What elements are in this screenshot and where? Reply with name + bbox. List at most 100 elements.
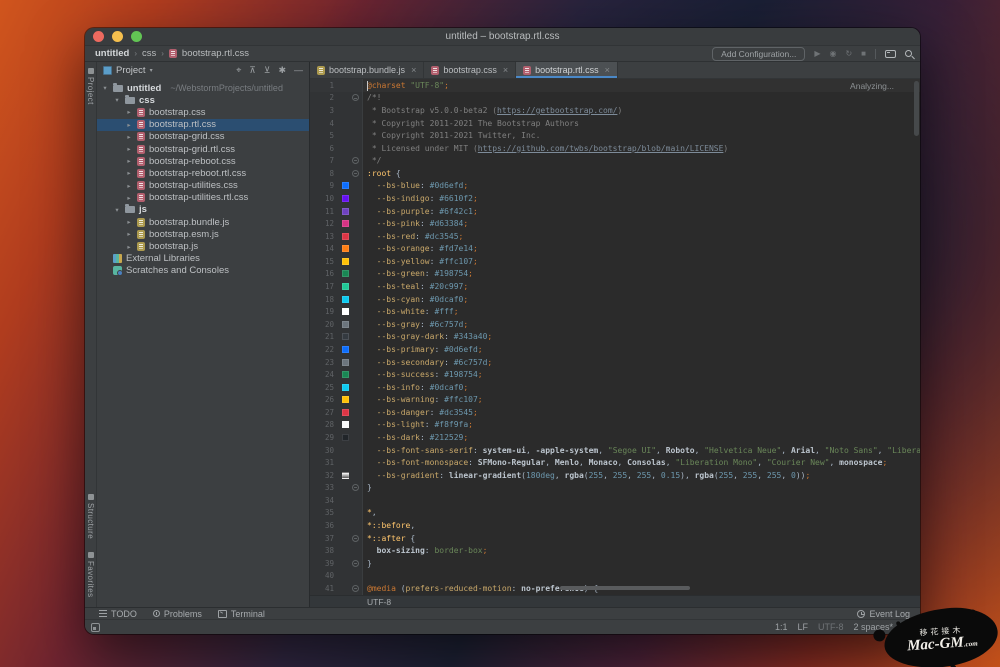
locate-file-icon[interactable]: ⌖ xyxy=(236,65,241,76)
chevron-right-icon[interactable]: ▸ xyxy=(125,218,133,226)
fold-icon[interactable] xyxy=(352,484,359,492)
chevron-right-icon[interactable]: ▸ xyxy=(125,243,133,251)
tree-item[interactable]: ▸ bootstrap-grid.css xyxy=(97,131,309,143)
problems-toolwindow-button[interactable]: Problems xyxy=(152,609,202,619)
close-tab-icon[interactable]: × xyxy=(411,65,416,75)
fold-icon[interactable] xyxy=(352,169,359,177)
chevron-right-icon[interactable]: ▸ xyxy=(125,145,133,153)
color-swatch[interactable] xyxy=(342,345,349,353)
editor-tab[interactable]: bootstrap.rtl.css × xyxy=(516,62,618,78)
color-swatch[interactable] xyxy=(342,433,349,441)
stop-icon[interactable]: ■ xyxy=(861,49,866,58)
color-swatch[interactable] xyxy=(342,257,349,265)
tree-item[interactable]: ▾ untitled ~/WebstormProjects/untitled xyxy=(97,82,309,94)
vertical-scrollbar[interactable] xyxy=(914,81,919,136)
tree-item[interactable]: ▸ bootstrap-grid.rtl.css xyxy=(97,143,309,155)
todo-toolwindow-button[interactable]: TODO xyxy=(99,609,137,619)
tree-item[interactable]: ▾ css xyxy=(97,94,309,106)
fold-icon[interactable] xyxy=(352,534,359,542)
close-tab-icon[interactable]: × xyxy=(503,65,508,75)
folder-icon xyxy=(113,82,123,92)
chevron-right-icon[interactable]: ▸ xyxy=(125,108,133,116)
breadcrumb-item[interactable]: bootstrap.rtl.css xyxy=(182,48,249,59)
stripe-project-button[interactable]: Project xyxy=(86,68,95,105)
chevron-right-icon[interactable]: ▸ xyxy=(125,194,133,202)
run-icon[interactable]: ▶ xyxy=(814,49,820,58)
color-swatch[interactable] xyxy=(342,421,349,429)
fold-icon[interactable] xyxy=(352,157,359,165)
color-swatch[interactable] xyxy=(342,471,349,479)
tree-item[interactable]: ▸ bootstrap.rtl.css xyxy=(97,118,309,131)
color-swatch[interactable] xyxy=(342,283,349,291)
chevron-right-icon[interactable]: ▸ xyxy=(125,230,133,238)
tree-item[interactable]: ▸ bootstrap-reboot.css xyxy=(97,155,309,167)
chevron-down-icon[interactable]: ▾ xyxy=(113,206,121,214)
search-icon[interactable] xyxy=(905,50,912,57)
tree-item[interactable]: ▸ bootstrap-utilities.css xyxy=(97,180,309,192)
tree-item[interactable]: ▸ bootstrap-utilities.rtl.css xyxy=(97,192,309,204)
color-swatch[interactable] xyxy=(342,270,349,278)
hide-panel-icon[interactable]: — xyxy=(294,65,303,75)
collapse-all-icon[interactable]: ⊻ xyxy=(264,65,271,76)
tree-item-label: bootstrap-utilities.rtl.css xyxy=(149,192,249,204)
stripe-favorites-button[interactable]: Favorites xyxy=(86,551,95,597)
editor-tab[interactable]: bootstrap.css × xyxy=(424,62,517,78)
color-swatch[interactable] xyxy=(342,383,349,391)
terminal-toolwindow-button[interactable]: Terminal xyxy=(217,609,265,619)
tree-item[interactable]: ▸ bootstrap-reboot.rtl.css xyxy=(97,167,309,179)
tree-item[interactable]: ▸ bootstrap.esm.js xyxy=(97,228,309,240)
chevron-right-icon[interactable]: ▸ xyxy=(125,157,133,165)
tree-item[interactable]: External Libraries xyxy=(97,253,309,265)
chevron-right-icon[interactable]: ▸ xyxy=(125,133,133,141)
add-configuration-button[interactable]: Add Configuration... xyxy=(712,46,806,61)
chevron-right-icon[interactable]: ▸ xyxy=(125,121,133,129)
color-swatch[interactable] xyxy=(342,295,349,303)
color-swatch[interactable] xyxy=(342,232,349,240)
line-number: 23 xyxy=(324,357,334,367)
fold-icon[interactable] xyxy=(352,584,359,592)
horizontal-scrollbar[interactable] xyxy=(560,586,690,590)
color-swatch[interactable] xyxy=(342,182,349,190)
editor-tab[interactable]: bootstrap.bundle.js × xyxy=(310,62,425,78)
settings-gear-icon[interactable]: ✱ xyxy=(278,65,286,76)
stripe-structure-button[interactable]: Structure xyxy=(86,494,95,540)
breadcrumb-item[interactable]: untitled xyxy=(95,48,129,59)
breadcrumb-item[interactable]: css xyxy=(142,48,156,59)
close-tab-icon[interactable]: × xyxy=(605,65,610,75)
color-swatch[interactable] xyxy=(342,320,349,328)
color-swatch[interactable] xyxy=(342,308,349,316)
quick-access-icon[interactable] xyxy=(91,622,100,632)
color-swatch[interactable] xyxy=(342,220,349,228)
fold-icon[interactable] xyxy=(352,559,359,567)
status-widget[interactable]: UTF-8 xyxy=(818,622,844,632)
tree-item[interactable]: ▸ bootstrap.js xyxy=(97,240,309,252)
js-file-icon xyxy=(137,229,145,239)
chevron-right-icon[interactable]: ▸ xyxy=(125,182,133,190)
chevron-down-icon[interactable]: ▾ xyxy=(150,67,153,74)
expand-all-icon[interactable]: ⊼ xyxy=(249,65,256,76)
fold-icon[interactable] xyxy=(352,94,359,102)
tool-window-icon[interactable] xyxy=(885,49,896,58)
chevron-down-icon[interactable]: ▾ xyxy=(113,96,121,104)
coverage-icon[interactable]: ↻ xyxy=(845,49,852,58)
color-swatch[interactable] xyxy=(342,333,349,341)
code-editor[interactable]: 1 @charset "UTF-8"; 2/*! 3 * Bootstrap v5.0… xyxy=(310,79,920,595)
debug-icon[interactable]: ◉ xyxy=(829,49,836,58)
status-widget[interactable]: LF xyxy=(797,622,808,632)
color-swatch[interactable] xyxy=(342,371,349,379)
chevron-down-icon[interactable]: ▾ xyxy=(101,84,109,92)
tree-item[interactable]: ▾ js xyxy=(97,204,309,216)
color-swatch[interactable] xyxy=(342,194,349,202)
color-swatch[interactable] xyxy=(342,408,349,416)
breadcrumb-element[interactable]: UTF-8 xyxy=(367,597,391,607)
tree-item[interactable]: ▸ bootstrap.bundle.js xyxy=(97,216,309,228)
status-widget[interactable]: 1:1 xyxy=(775,622,788,632)
color-swatch[interactable] xyxy=(342,358,349,366)
project-panel-title[interactable]: Project xyxy=(116,65,146,76)
color-swatch[interactable] xyxy=(342,396,349,404)
color-swatch[interactable] xyxy=(342,245,349,253)
tree-item[interactable]: Scratches and Consoles xyxy=(97,265,309,277)
chevron-right-icon[interactable]: ▸ xyxy=(125,169,133,177)
color-swatch[interactable] xyxy=(342,207,349,215)
tree-item[interactable]: ▸ bootstrap.css xyxy=(97,106,309,118)
